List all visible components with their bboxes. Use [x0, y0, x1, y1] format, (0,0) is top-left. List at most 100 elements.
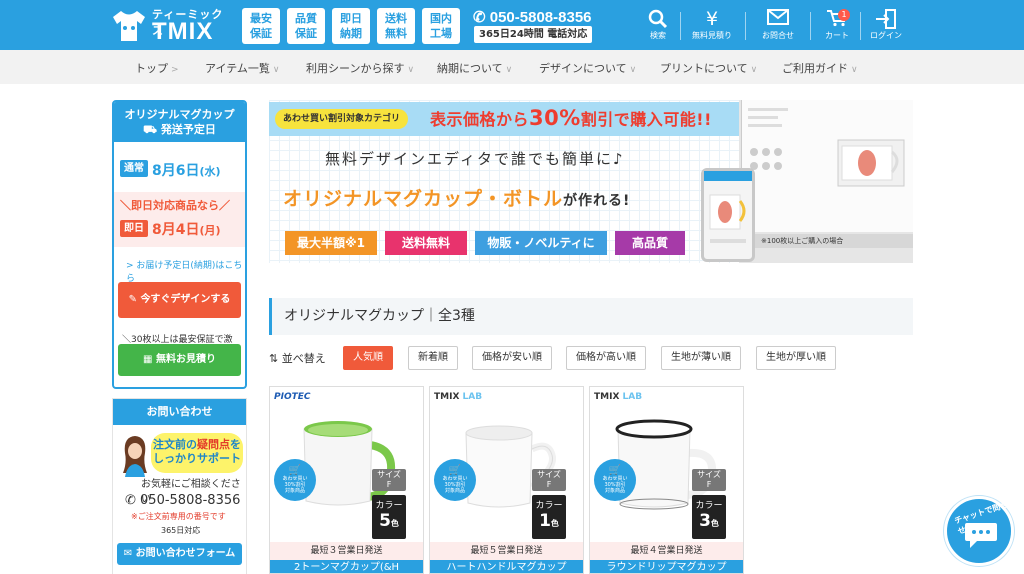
logo-text: TMIX [152, 18, 214, 45]
cart-icon: 🛒 [288, 465, 302, 476]
nav-divider [810, 12, 811, 40]
discount-badge-text: あわせ買い 30%割引 対象商品 [282, 476, 308, 494]
discount-badge: 🛒 あわせ買い 30%割引 対象商品 [434, 459, 476, 501]
nav-login[interactable]: ログイン [866, 0, 906, 50]
banner-title: オリジナルマグカップ・ボトルが作れる! [283, 184, 630, 211]
login-icon [866, 0, 906, 30]
badge-quality: 品質 保証 [287, 8, 325, 44]
menu-delivery[interactable]: 納期について ∨ [437, 60, 512, 76]
size-box: サイズ F [532, 469, 566, 491]
banner-chip-half-price: 最大半額※1 [285, 231, 377, 255]
nav-estimate[interactable]: ¥ 無料見積り [686, 0, 738, 50]
yen-icon: ¥ [705, 8, 719, 30]
free-estimate-button[interactable]: ▦ 無料お見積り [118, 344, 241, 376]
normal-day: 6日 [175, 163, 200, 179]
phone-icon: ✆ [125, 493, 141, 508]
product-name: 2トーンマグカップ(&H [270, 560, 423, 573]
size-label: サイズ [537, 470, 561, 479]
smartphone-image [701, 168, 755, 262]
chevron-down-icon: ∨ [505, 65, 513, 75]
color-count-number: 3 [699, 511, 711, 531]
color-count-unit: 色 [550, 519, 559, 528]
nav-contact[interactable]: お問合せ [755, 0, 801, 50]
promo-banner[interactable]: あわせ買い割引対象カテゴリ 表示価格から30%割引で購入可能!! 無料デザインエ… [269, 100, 913, 263]
phone-icon: ✆ [473, 9, 486, 26]
section-title: オリジナルマグカップ｜全3種 [269, 298, 913, 335]
badge-same-day: 即日 納期 [332, 8, 370, 44]
chevron-down-icon: ∨ [750, 65, 758, 75]
size-label: サイズ [697, 470, 721, 479]
contact-phone[interactable]: ✆ 050-5808-8356 [125, 493, 240, 508]
banner-chip-quality: 高品質 [615, 231, 685, 255]
color-count-box: カラー 3色 [692, 495, 726, 539]
editor-mug-preview-icon [748, 108, 905, 187]
product-name: ハートハンドルマグカップ [430, 560, 583, 573]
menu-top[interactable]: トップ > [135, 60, 179, 76]
banner-pill: あわせ買い割引対象カテゴリ [275, 109, 409, 129]
sort-fabric-thick[interactable]: 生地が厚い順 [756, 346, 836, 370]
color-count: 1色 [532, 511, 566, 534]
menu-guide[interactable]: ご利用ガイド ∨ [782, 60, 858, 76]
size-box: サイズ F [692, 469, 726, 491]
chat-bubble-icon [965, 523, 997, 548]
sort-price-high[interactable]: 価格が高い順 [566, 346, 646, 370]
contact-form-button[interactable]: ✉ お問い合わせフォーム [117, 543, 242, 565]
sort-label: ⇅ 並べ替え [269, 350, 326, 366]
product-card[interactable]: TMIX LAB 🛒 あわせ買い 30%割引 対象商品 サイズ F カラー 1色 最短… [429, 386, 584, 574]
bubble-post: を [230, 438, 241, 451]
header-phone[interactable]: ✆ 050-5808-8356 [473, 8, 592, 26]
product-maker: PIOTEC [274, 392, 311, 402]
design-now-button[interactable]: ✎ 今すぐデザインする [118, 282, 241, 318]
mail-icon: ✉ [123, 548, 136, 559]
product-card[interactable]: PIOTEC 🛒 あわせ買い 30%割引 対象商品 サイズ F カラー 5色 最短３営… [269, 386, 424, 574]
fast-ship-date: 8月4日(月) [152, 219, 221, 239]
size-label: サイズ [377, 470, 401, 479]
discount-badge-text: あわせ買い 30%割引 対象商品 [602, 476, 628, 494]
product-maker-sub: LAB [462, 392, 483, 402]
delivery-date-link[interactable]: > お届け予定日(納期)はこちら [126, 258, 245, 284]
banner-headline: 表示価格から30%割引で購入可能!! [430, 106, 712, 130]
color-count-unit: 色 [390, 519, 399, 528]
site-logo[interactable]: ティーミックス TMIX [112, 4, 230, 46]
sort-popular[interactable]: 人気順 [343, 346, 393, 370]
chat-button[interactable]: チャットで問合せ [944, 496, 1014, 566]
product-maker-name: TMIX [594, 392, 620, 402]
banner-headline-post: 割引で購入可能!! [580, 110, 712, 129]
contact-hours: 365日対応 [161, 526, 201, 535]
sort-newest[interactable]: 新着順 [408, 346, 458, 370]
chevron-down-icon: ∨ [851, 65, 858, 75]
discount-badge-text: あわせ買い 30%割引 対象商品 [442, 476, 468, 494]
support-staff-avatar [123, 436, 147, 477]
fast-ship-note: ＼即日対応商品なら／ [120, 199, 230, 212]
product-maker-name: TMIX [434, 392, 460, 402]
search-icon [640, 0, 676, 30]
menu-guide-label: ご利用ガイド [782, 62, 848, 75]
header-phone-hours: 365日24時間 電話対応 [474, 26, 593, 43]
nav-divider [680, 12, 681, 40]
nav-cart[interactable]: カート [820, 0, 854, 50]
cart-icon: 🛒 [608, 465, 622, 476]
nav-search-label: 検索 [650, 31, 666, 40]
mail-icon [755, 0, 801, 30]
chevron-right-icon: > [171, 65, 179, 75]
menu-delivery-label: 納期について [437, 62, 503, 75]
banner-caption: ※100枚以上ご購入の場合 [739, 234, 913, 248]
editor-screenshot [741, 100, 913, 232]
nav-estimate-label: 無料見積り [692, 31, 732, 40]
sort-price-low[interactable]: 価格が安い順 [472, 346, 552, 370]
normal-tag: 通常 [120, 160, 148, 177]
menu-items[interactable]: アイテム一覧 ∨ [205, 60, 280, 76]
color-label: カラー [535, 501, 563, 511]
menu-design[interactable]: デザインについて ∨ [539, 60, 636, 76]
bubble-pre: 注文前の [153, 438, 197, 451]
badge-free-shipping: 送料 無料 [377, 8, 415, 44]
product-card[interactable]: TMIX LAB 🛒 あわせ買い 30%割引 対象商品 サイズ F カラー 3色 最短… [589, 386, 744, 574]
chevron-down-icon: ∨ [407, 65, 415, 75]
normal-ship-date: 8月6日(水) [152, 160, 221, 180]
sort-fabric-thin[interactable]: 生地が薄い順 [661, 346, 741, 370]
menu-scenes[interactable]: 利用シーンから探す ∨ [306, 60, 414, 76]
nav-search[interactable]: 検索 [640, 0, 676, 50]
menu-print-label: プリントについて [660, 62, 748, 75]
product-maker-sub: LAB [622, 392, 643, 402]
menu-print[interactable]: プリントについて ∨ [660, 60, 757, 76]
